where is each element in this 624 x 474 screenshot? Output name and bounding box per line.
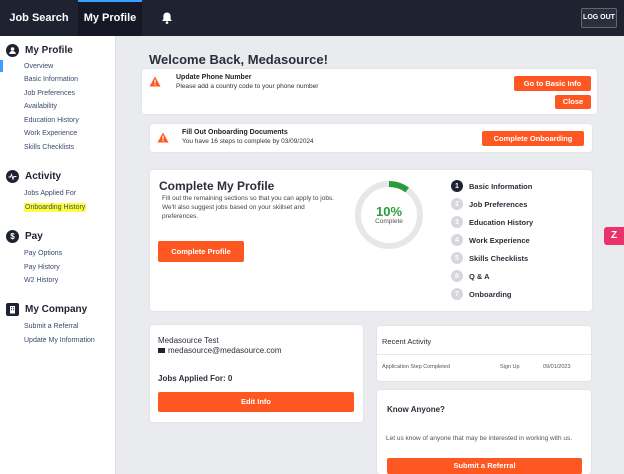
progress-label: Complete [375,218,403,225]
step-label: Skills Checklists [469,253,529,263]
step-label: Education History [469,217,534,227]
section-title: Pay [25,230,43,242]
step-number: 5 [451,252,463,264]
section-title: My Profile [25,44,73,56]
page-title: Welcome Back, Medasource! [149,52,328,67]
alert-title: Fill Out Onboarding Documents [182,129,288,136]
step-basic-information[interactable]: 1 Basic Information [451,180,532,192]
step-onboarding[interactable]: 7 Onboarding [451,288,512,300]
sidebar-item-jobs-applied-for[interactable]: Jobs Applied For [24,190,76,197]
sidebar-section-activity: Activity [6,168,61,184]
sidebar-item-skills-checklists[interactable]: Skills Checklists [24,144,74,151]
nav-my-profile[interactable]: My Profile [78,0,142,36]
step-label: Work Experience [469,235,530,245]
progress-percent: 10% [375,204,403,219]
know-anyone-text: Let us know of anyone that may be intere… [386,435,573,442]
activity-type: Sign Up [500,364,520,370]
step-label: Onboarding [469,289,512,299]
step-work-experience[interactable]: 4 Work Experience [451,234,530,246]
step-number: 6 [451,270,463,282]
step-number: 1 [451,180,463,192]
go-to-basic-info-button[interactable]: Go to Basic Info [514,76,591,91]
recent-activity-card [377,326,591,381]
alert-text: Please add a country code to your phone … [176,83,319,90]
sidebar-item-submit-referral[interactable]: Submit a Referral [24,323,78,330]
step-education-history[interactable]: 3 Education History [451,216,533,228]
user-email-row: medasource@medasource.com [158,346,282,355]
step-number: 7 [451,288,463,300]
phone-alert-card: Update Phone Number Please add a country… [142,69,597,114]
sidebar-item-work-experience[interactable]: Work Experience [24,130,77,137]
feedback-widget-button[interactable]: Z [604,227,624,245]
sidebar-item-overview[interactable]: Overview [24,63,53,70]
nav-job-search[interactable]: Job Search [0,0,78,36]
complete-profile-button[interactable]: Complete Profile [158,241,244,262]
section-title: My Company [25,303,88,315]
sidebar-item-pay-history[interactable]: Pay History [24,264,60,271]
edit-info-button[interactable]: Edit Info [158,392,354,412]
step-number: 2 [451,198,463,210]
sidebar-item-job-preferences[interactable]: Job Preferences [24,90,75,97]
top-navigation-bar: Job Search My Profile LOG OUT [0,0,624,36]
alert-text: You have 16 steps to complete by 03/09/2… [182,138,314,145]
step-q-and-a[interactable]: 6 Q & A [451,270,490,282]
sidebar-section-pay: $ Pay [6,228,43,244]
warning-icon [157,132,169,143]
building-icon [6,302,19,316]
bell-icon[interactable] [160,11,174,25]
sidebar: My Profile Overview Basic Information Jo… [0,36,116,474]
step-label: Job Preferences [469,199,528,209]
recent-activity-title: Recent Activity [382,337,432,346]
step-label: Q & A [469,271,490,281]
step-number: 3 [451,216,463,228]
section-title: Activity [25,170,62,182]
activity-icon [6,169,19,183]
submit-referral-button[interactable]: Submit a Referral [387,458,582,474]
sidebar-item-w2-history[interactable]: W2 History [24,277,58,284]
know-anyone-title: Know Anyone? [387,405,445,414]
step-job-preferences[interactable]: 2 Job Preferences [451,198,527,210]
sidebar-item-onboarding-history[interactable]: Onboarding History [24,203,87,212]
dollar-icon: $ [6,229,19,243]
sidebar-item-update-my-information[interactable]: Update My Information [24,337,95,344]
alert-title: Update Phone Number [176,74,252,81]
user-icon [6,43,19,57]
sidebar-item-basic-information[interactable]: Basic Information [24,76,78,83]
sidebar-section-my-company: My Company [6,301,87,317]
logout-button[interactable]: LOG OUT [581,8,617,28]
sidebar-section-my-profile: My Profile [6,42,73,58]
active-indicator [0,60,3,72]
warning-icon [149,76,161,87]
close-button[interactable]: Close [555,95,591,109]
sidebar-item-availability[interactable]: Availability [24,103,57,110]
mail-icon [158,348,165,353]
complete-onboarding-button[interactable]: Complete Onboarding [482,131,584,146]
divider [377,354,591,355]
step-number: 4 [451,234,463,246]
step-label: Basic Information [469,181,533,191]
complete-profile-title: Complete My Profile [159,179,275,193]
complete-profile-description: Fill out the remaining sections so that … [162,195,334,220]
onboarding-alert-card: Fill Out Onboarding Documents You have 1… [150,124,592,152]
user-name: Medasource Test [158,336,219,345]
sidebar-item-pay-options[interactable]: Pay Options [24,250,62,257]
user-email: medasource@medasource.com [168,346,282,355]
highlighted-link-label: Onboarding History [24,203,87,212]
activity-event: Application Step Completed [382,364,450,370]
jobs-applied-count: Jobs Applied For: 0 [158,374,233,383]
activity-date: 09/01/2023 [543,364,571,370]
sidebar-item-education-history[interactable]: Education History [24,117,79,124]
step-skills-checklists[interactable]: 5 Skills Checklists [451,252,528,264]
